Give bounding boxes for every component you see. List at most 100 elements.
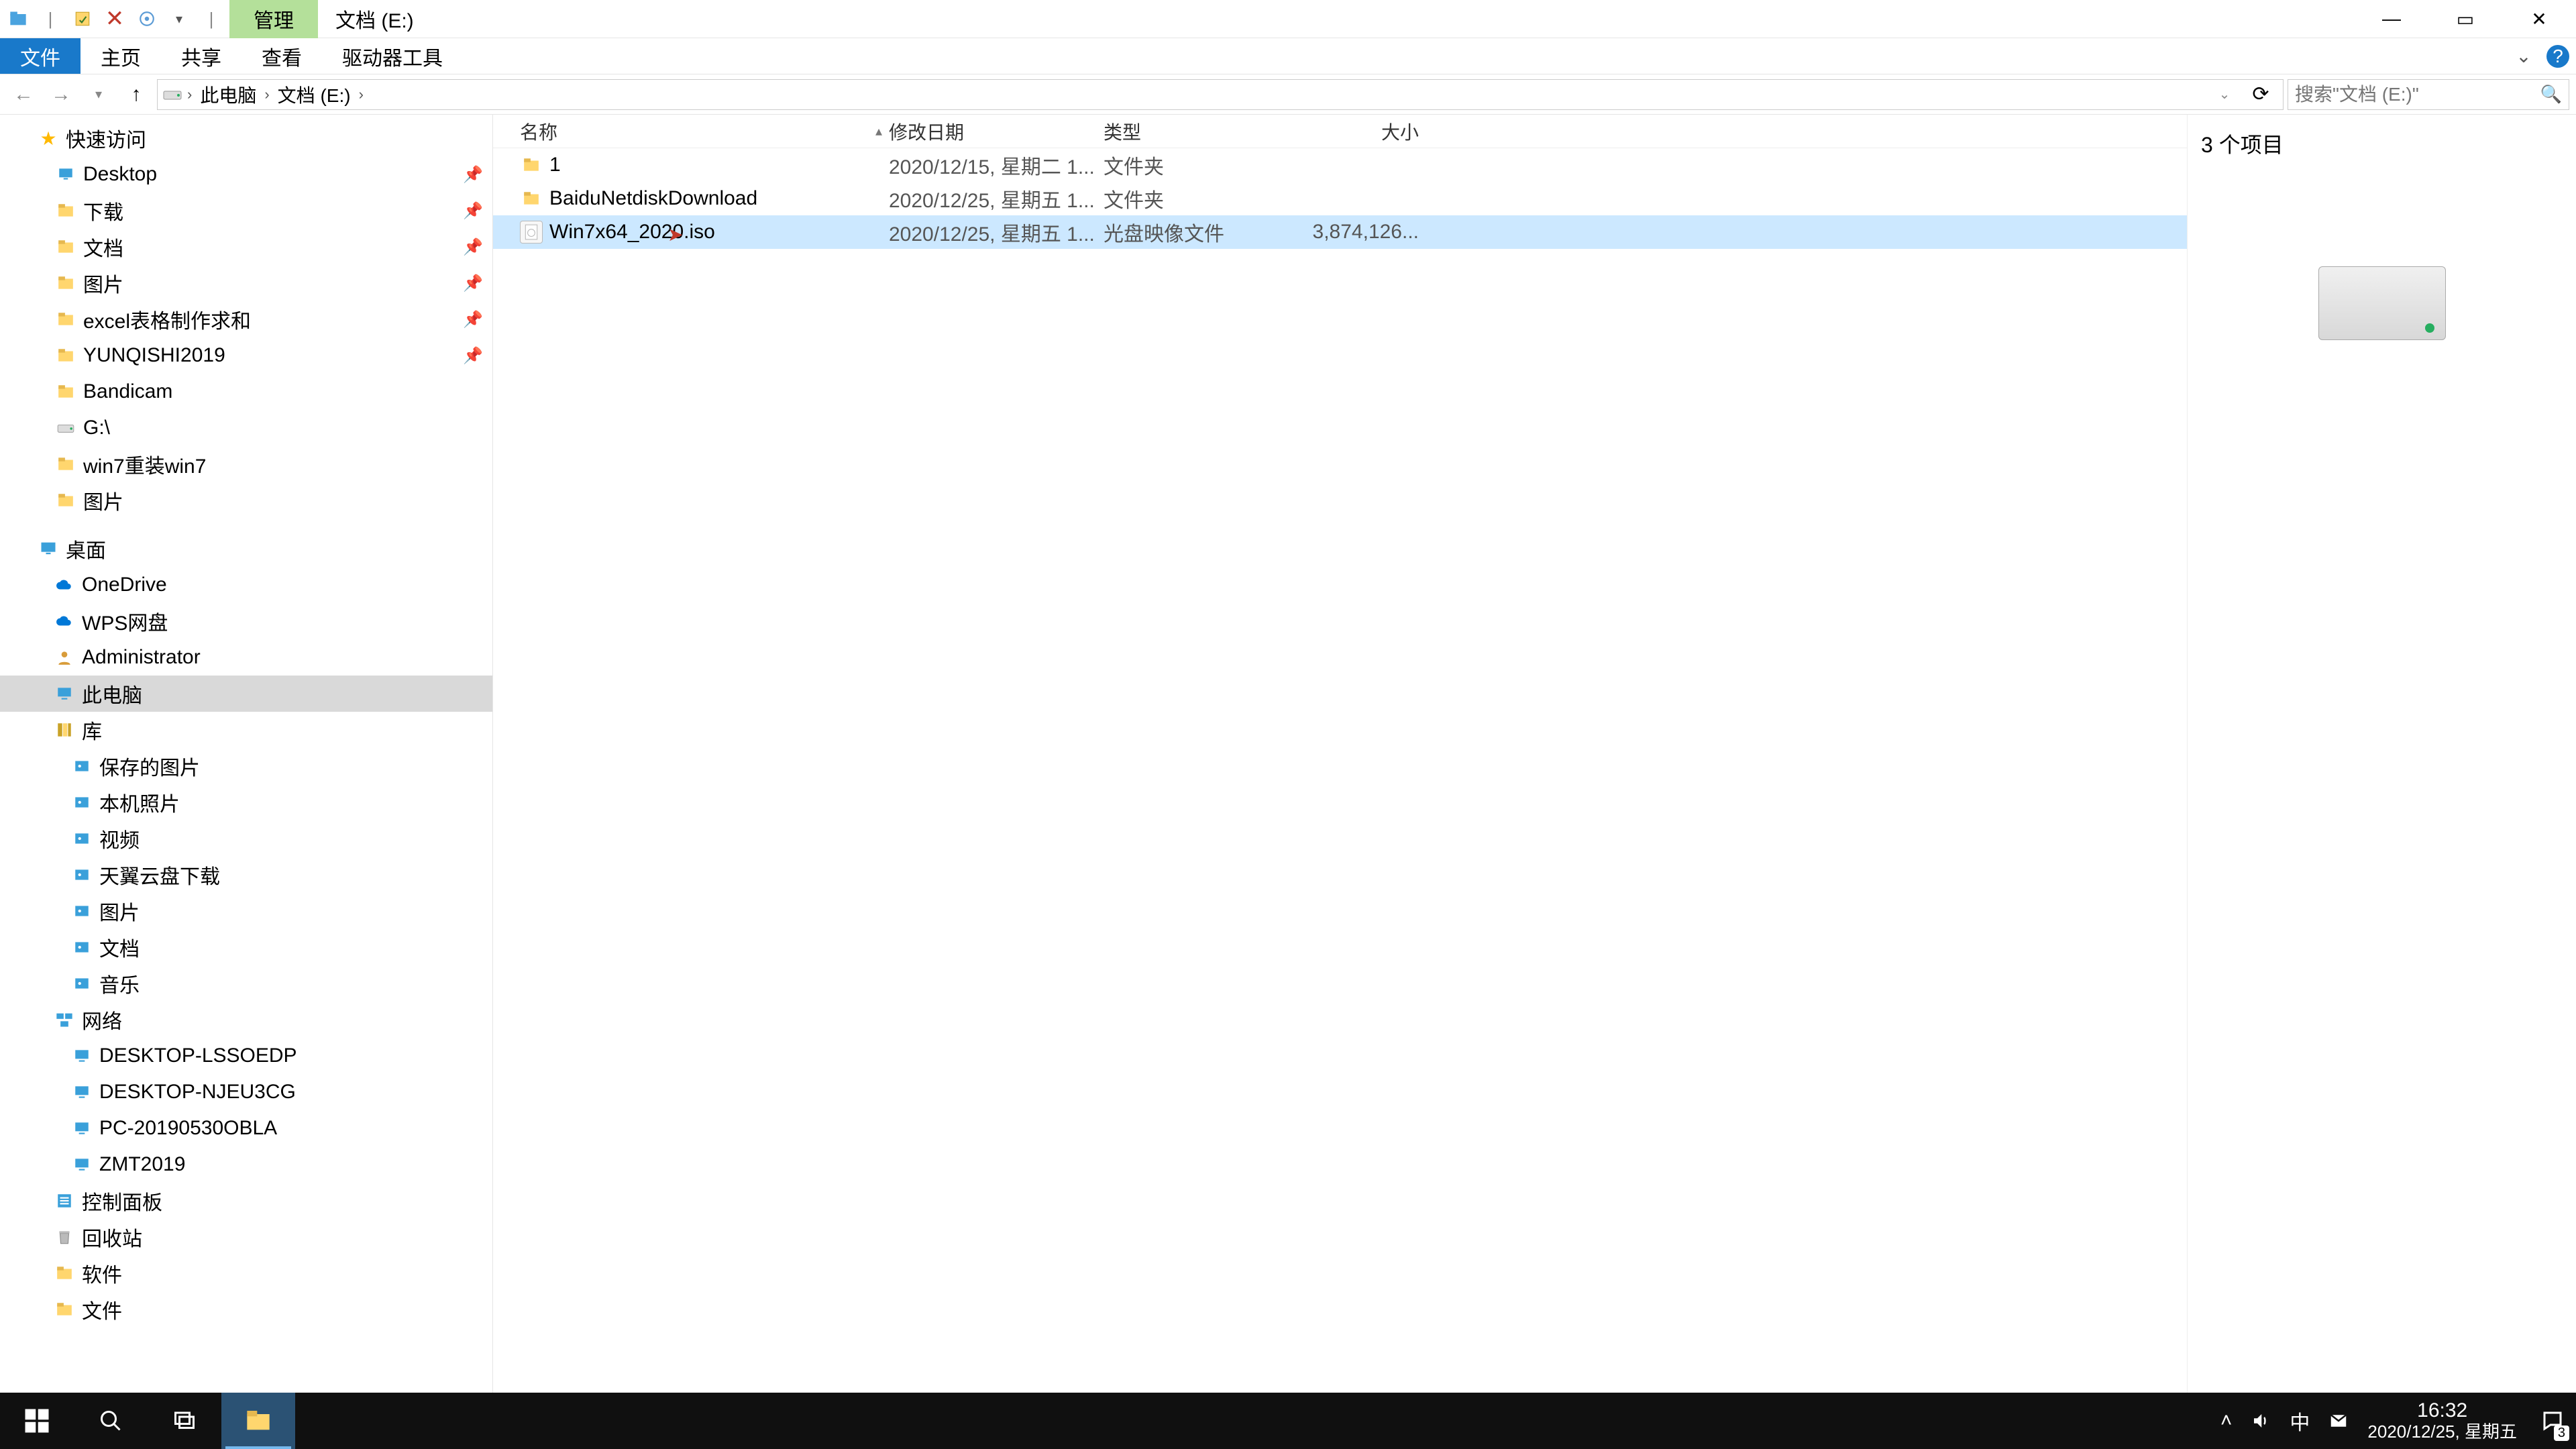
- col-header-type[interactable]: 类型: [1104, 118, 1285, 145]
- pin-icon: 📌: [463, 274, 483, 293]
- refresh-icon[interactable]: ⟳: [2244, 78, 2277, 111]
- nav-desktop-item[interactable]: 此电脑: [0, 676, 492, 712]
- search-input[interactable]: [2295, 84, 2540, 105]
- ribbon-tabs: 文件 主页 共享 查看 驱动器工具 ⌄ ?: [0, 38, 2576, 74]
- nav-desktop-item[interactable]: 库: [0, 712, 492, 748]
- notification-center-button[interactable]: 3: [2529, 1393, 2576, 1449]
- nav-tail-item[interactable]: 回收站: [0, 1219, 492, 1255]
- nav-lib-item[interactable]: 图片: [0, 893, 492, 929]
- maximize-button[interactable]: ▭: [2428, 0, 2502, 38]
- search-icon[interactable]: 🔍: [2540, 84, 2562, 105]
- clock-time: 16:32: [2367, 1399, 2517, 1423]
- ribbon-tab-home[interactable]: 主页: [80, 38, 161, 74]
- file-type: 光盘映像文件: [1104, 217, 1285, 247]
- nav-qa-item[interactable]: Bandicam: [0, 374, 492, 410]
- media-icon: [70, 790, 94, 814]
- col-header-date[interactable]: 修改日期: [889, 118, 1104, 145]
- breadcrumb-seg-0[interactable]: 此电脑: [197, 81, 259, 108]
- qat-dropdown-icon[interactable]: ▾: [165, 5, 193, 33]
- nav-label: 回收站: [82, 1222, 142, 1252]
- start-button[interactable]: [0, 1393, 74, 1449]
- nav-net-item[interactable]: DESKTOP-LSSOEDP: [0, 1038, 492, 1074]
- ribbon-tab-view[interactable]: 查看: [241, 38, 322, 74]
- breadcrumb-sep-icon[interactable]: ›: [359, 86, 364, 103]
- folder-icon: [520, 187, 543, 210]
- column-headers[interactable]: 名称 ▴ 修改日期 类型 大小: [493, 115, 2187, 148]
- qat-delete-icon[interactable]: ✕: [101, 5, 129, 33]
- nav-qa-item[interactable]: Desktop📌: [0, 156, 492, 193]
- breadcrumb-sep-icon[interactable]: ›: [264, 86, 269, 103]
- tray-ime-indicator[interactable]: 中: [2290, 1406, 2310, 1436]
- col-header-size[interactable]: 大小: [1285, 118, 1432, 145]
- nav-back-button[interactable]: ←: [7, 78, 40, 111]
- breadcrumb[interactable]: › 此电脑 › 文档 (E:) › ⌄ ⟳: [157, 79, 2284, 110]
- breadcrumb-seg-1[interactable]: 文档 (E:): [275, 81, 354, 108]
- file-row[interactable]: Win7x64_2020.iso2020/12/25, 星期五 1...光盘映像…: [493, 215, 2187, 249]
- file-row[interactable]: 12020/12/15, 星期二 1...文件夹: [493, 148, 2187, 182]
- nav-lib-item[interactable]: 保存的图片: [0, 748, 492, 784]
- qat-app-icon[interactable]: [4, 5, 32, 33]
- cloud-icon: [52, 609, 76, 633]
- taskbar-explorer-button[interactable]: [221, 1393, 295, 1449]
- nav-desktop-item[interactable]: Administrator: [0, 639, 492, 676]
- tray-volume-icon[interactable]: [2251, 1411, 2271, 1431]
- nav-net-item[interactable]: PC-20190530OBLA: [0, 1110, 492, 1146]
- nav-qa-item[interactable]: G:\: [0, 410, 492, 446]
- taskbar-clock[interactable]: 16:32 2020/12/25, 星期五: [2355, 1399, 2529, 1442]
- file-row[interactable]: BaiduNetdiskDownload2020/12/25, 星期五 1...…: [493, 182, 2187, 215]
- folder-icon: [54, 488, 78, 513]
- nav-net-item[interactable]: ZMT2019: [0, 1146, 492, 1183]
- file-date: 2020/12/15, 星期二 1...: [889, 150, 1104, 180]
- nav-qa-item[interactable]: 下载📌: [0, 193, 492, 229]
- nav-qa-item[interactable]: YUNQISHI2019📌: [0, 337, 492, 374]
- ribbon-tab-file[interactable]: 文件: [0, 38, 80, 74]
- tray-chevron-up-icon[interactable]: ˄: [2220, 1409, 2233, 1432]
- qat-settings-icon[interactable]: [133, 5, 161, 33]
- nav-lib-item[interactable]: 音乐: [0, 965, 492, 1002]
- nav-tail-item[interactable]: 软件: [0, 1255, 492, 1291]
- file-type: 文件夹: [1104, 184, 1285, 213]
- nav-qa-item[interactable]: win7重装win7: [0, 446, 492, 482]
- qat-properties-icon[interactable]: [68, 5, 97, 33]
- col-header-name[interactable]: 名称 ▴: [493, 118, 889, 145]
- ribbon-tab-drive-tools[interactable]: 驱动器工具: [322, 38, 463, 74]
- contextual-tab[interactable]: 管理: [229, 0, 318, 38]
- nav-desktop[interactable]: 桌面: [0, 531, 492, 567]
- taskbar-taskview-button[interactable]: [148, 1393, 221, 1449]
- nav-recent-dropdown[interactable]: ▾: [82, 78, 115, 111]
- nav-lib-item[interactable]: 天翼云盘下载: [0, 857, 492, 893]
- breadcrumb-sep-icon[interactable]: ›: [187, 86, 192, 103]
- minimize-button[interactable]: —: [2355, 0, 2428, 38]
- address-dropdown-icon[interactable]: ⌄: [2208, 78, 2241, 111]
- nav-lib-item[interactable]: 本机照片: [0, 784, 492, 820]
- nav-up-button[interactable]: ↑: [119, 78, 153, 111]
- navigation-tree[interactable]: ★ 快速访问 Desktop📌下载📌文档📌图片📌excel表格制作求和📌YUNQ…: [0, 115, 493, 1414]
- taskbar-search-button[interactable]: [74, 1393, 148, 1449]
- nav-qa-item[interactable]: 文档📌: [0, 229, 492, 265]
- nav-forward-button[interactable]: →: [44, 78, 78, 111]
- nav-network[interactable]: 网络: [0, 1002, 492, 1038]
- close-button[interactable]: ✕: [2502, 0, 2576, 38]
- nav-qa-item[interactable]: 图片: [0, 482, 492, 519]
- ribbon-tab-share[interactable]: 共享: [161, 38, 241, 74]
- nav-desktop-item[interactable]: OneDrive: [0, 567, 492, 603]
- help-icon[interactable]: ?: [2546, 45, 2569, 68]
- nav-desktop-item[interactable]: WPS网盘: [0, 603, 492, 639]
- nav-label: PC-20190530OBLA: [99, 1117, 277, 1140]
- nav-qa-item[interactable]: 图片📌: [0, 265, 492, 301]
- nav-qa-item[interactable]: excel表格制作求和📌: [0, 301, 492, 337]
- media-icon: [70, 971, 94, 996]
- expand-ribbon-icon[interactable]: ⌄: [2512, 44, 2536, 68]
- nav-label: DESKTOP-LSSOEDP: [99, 1044, 297, 1067]
- nav-lib-item[interactable]: 视频: [0, 820, 492, 857]
- search-box[interactable]: 🔍: [2288, 79, 2569, 110]
- col-label: 名称: [520, 118, 557, 145]
- folder-icon: [54, 307, 78, 331]
- nav-tail-item[interactable]: 控制面板: [0, 1183, 492, 1219]
- tray-security-icon[interactable]: [2328, 1411, 2349, 1431]
- nav-tail-item[interactable]: 文件: [0, 1291, 492, 1328]
- nav-lib-item[interactable]: 文档: [0, 929, 492, 965]
- nav-quick-access[interactable]: ★ 快速访问: [0, 120, 492, 156]
- qat-separator-2: |: [197, 5, 225, 33]
- nav-net-item[interactable]: DESKTOP-NJEU3CG: [0, 1074, 492, 1110]
